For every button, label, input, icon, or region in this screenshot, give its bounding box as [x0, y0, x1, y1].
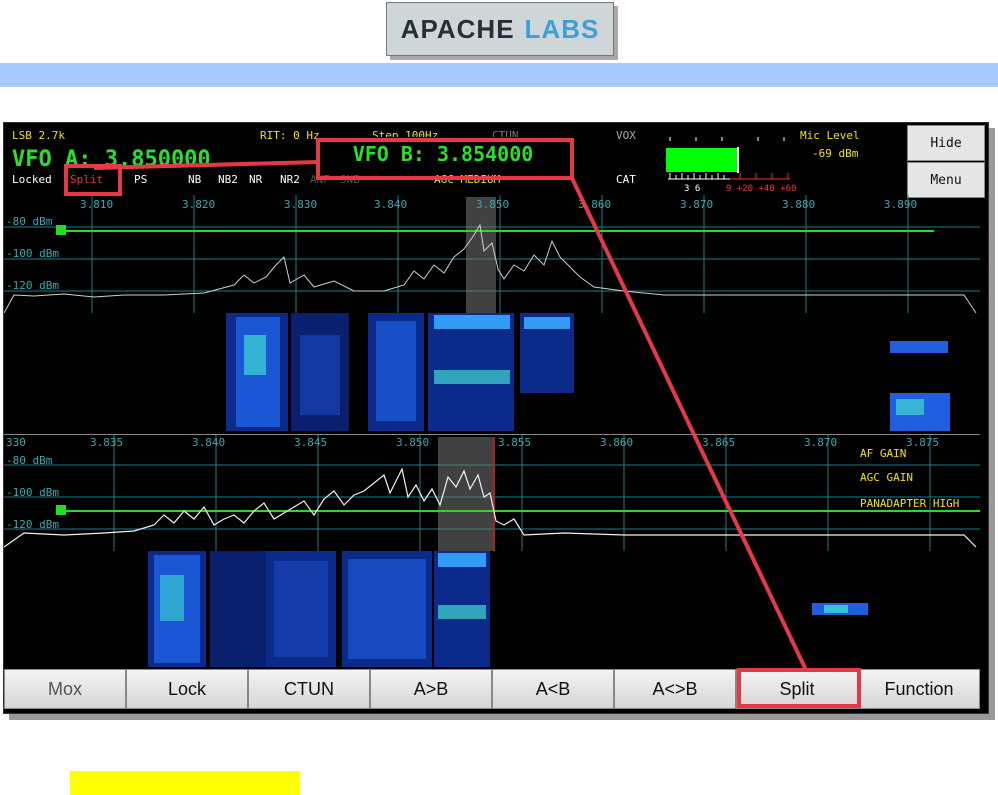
split-indicator-highlight — [64, 164, 122, 196]
vfo-b-highlight — [316, 138, 574, 180]
callout-line-split — [93, 160, 319, 170]
annotation-overlay — [64, 138, 861, 708]
yellow-highlight — [70, 771, 300, 795]
split-button-highlight — [737, 668, 861, 708]
callout-line-button — [570, 177, 808, 671]
